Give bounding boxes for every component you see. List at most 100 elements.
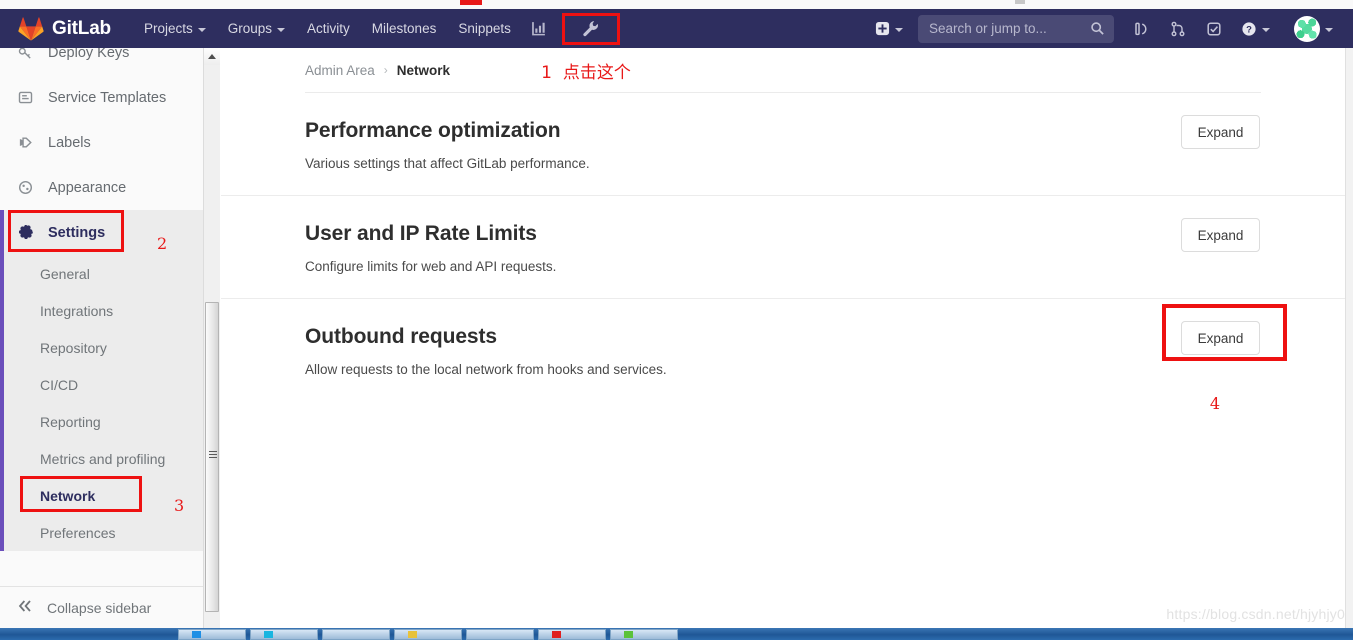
taskbar-button[interactable] — [610, 629, 678, 640]
gitlab-tanuki-logo — [18, 16, 44, 41]
taskbar-button[interactable] — [538, 629, 606, 640]
windows-taskbar — [0, 628, 1353, 640]
scrollbar-thumb[interactable] — [205, 302, 219, 612]
sidebar-item-labels[interactable]: Labels — [0, 120, 204, 165]
breadcrumb-separator: › — [383, 63, 388, 77]
nav-links: Projects Groups Activity Milestones Snip… — [133, 12, 620, 45]
search-input[interactable]: Search or jump to... — [918, 14, 1114, 43]
chevron-down-icon — [895, 27, 903, 32]
sidebar-item-repository[interactable]: Repository — [0, 329, 204, 366]
admin-area-wrench-button[interactable] — [561, 12, 620, 45]
help-button[interactable]: ? — [1233, 15, 1276, 43]
annotation-1-number: 1 — [541, 62, 552, 83]
sidebar-item-label: Appearance — [48, 179, 127, 196]
sidebar-item-general[interactable]: General — [0, 255, 204, 292]
section-performance-optimization: Performance optimization Various setting… — [221, 93, 1345, 196]
annotation-2: 2 — [157, 234, 168, 253]
nav-link-activity[interactable]: Activity — [296, 12, 361, 45]
expand-button-performance-optimization[interactable]: Expand — [1181, 115, 1260, 149]
gear-icon — [17, 224, 34, 241]
scrollbar-up-arrow[interactable] — [204, 48, 220, 65]
key-icon — [17, 48, 34, 61]
gitlab-brand[interactable]: GitLab — [18, 16, 111, 41]
new-item-button[interactable] — [867, 15, 909, 42]
chevron-down-icon — [277, 27, 286, 32]
section-description: Allow requests to the local network from… — [305, 362, 667, 377]
taskbar-button[interactable] — [394, 629, 462, 640]
breadcrumb-network[interactable]: Network — [397, 63, 450, 78]
sidebar-item-reporting[interactable]: Reporting — [0, 403, 204, 440]
breadcrumb: Admin Area › Network 1 点击这个 — [221, 48, 1345, 92]
taskbar-button[interactable] — [250, 629, 318, 640]
taskbar-icon — [192, 631, 201, 638]
page-top-sliver — [0, 0, 1353, 9]
main-content: Admin Area › Network 1 点击这个 Performance o… — [221, 48, 1345, 628]
avatar — [1294, 15, 1320, 42]
taskbar-button[interactable] — [322, 629, 390, 640]
annotation-3: 3 — [174, 496, 185, 515]
sidebar-scrollbar[interactable] — [203, 48, 220, 628]
sidebar-sub-label: Preferences — [40, 524, 116, 541]
sidebar-sub-label: CI/CD — [40, 376, 79, 393]
top-navbar: GitLab Projects Groups Activity Mileston… — [0, 9, 1353, 48]
double-chevron-left-icon — [17, 599, 33, 616]
sidebar-item-appearance[interactable]: Appearance — [0, 165, 204, 210]
nav-link-snippets[interactable]: Snippets — [447, 12, 522, 45]
issues-glyph — [1135, 22, 1147, 35]
chevron-down-icon — [1325, 27, 1333, 32]
svg-text:?: ? — [1246, 24, 1252, 35]
sidebar-item-integrations[interactable]: Integrations — [0, 292, 204, 329]
expand-button-user-and-ip-rate-limits[interactable]: Expand — [1181, 218, 1260, 252]
search-placeholder: Search or jump to... — [929, 21, 1047, 36]
expand-button-outbound-requests[interactable]: Expand — [1181, 321, 1260, 355]
sidebar-item-preferences[interactable]: Preferences — [0, 514, 204, 551]
nav-link-milestones[interactable]: Milestones — [361, 12, 448, 45]
sidebar-sub-label: General — [40, 265, 90, 282]
sidebar-tail-spacer — [0, 551, 204, 581]
wrench-admin-icon — [583, 21, 599, 37]
annotation-1-text: 点击这个 — [562, 62, 631, 83]
search-icon — [1090, 21, 1105, 41]
taskbar-button[interactable] — [178, 629, 246, 640]
sidebar-sub-label: Reporting — [40, 413, 101, 430]
taskbar-icon — [408, 631, 417, 638]
labels-icon — [17, 134, 34, 151]
sidebar-sub-label: Network — [40, 487, 96, 504]
breadcrumb-admin-area[interactable]: Admin Area — [305, 63, 375, 78]
annotation-4: 4 — [1209, 394, 1220, 413]
todos-glyph — [1207, 21, 1221, 36]
collapse-sidebar-button[interactable]: Collapse sidebar — [0, 586, 205, 628]
section-outbound-requests: Outbound requests Allow requests to the … — [221, 299, 1345, 413]
admin-sidebar: Deploy Keys Service Templates Labels App… — [0, 48, 205, 628]
sidebar-sub-label: Metrics and profiling — [40, 450, 166, 467]
nav-link-groups[interactable]: Groups — [217, 12, 296, 45]
sidebar-item-deploy-keys[interactable]: Deploy Keys — [0, 48, 204, 75]
browser-page: GitLab Projects Groups Activity Mileston… — [0, 0, 1353, 640]
nav-link-projects[interactable]: Projects — [133, 12, 217, 45]
todos-checkbox-icon[interactable] — [1197, 14, 1231, 44]
sidebar-sub-label: Repository — [40, 339, 107, 356]
sidebar-item-cicd[interactable]: CI/CD — [0, 366, 204, 403]
taskbar-button[interactable] — [466, 629, 534, 640]
sidebar-item-label: Service Templates — [48, 89, 167, 106]
page-right-edge — [1345, 48, 1353, 628]
scrollbar-grip — [209, 451, 217, 460]
issues-icon[interactable] — [1125, 14, 1159, 44]
sidebar-item-label: Labels — [48, 134, 91, 151]
help-question-icon: ? — [1242, 21, 1256, 36]
brand-name: GitLab — [52, 17, 111, 39]
merge-request-icon[interactable] — [1161, 14, 1195, 44]
gray-fragment — [1015, 0, 1025, 4]
annotation-1: 1 点击这个 — [541, 58, 631, 83]
section-description: Configure limits for web and API request… — [305, 259, 557, 274]
sidebar-item-settings[interactable]: Settings — [0, 210, 204, 255]
analytics-chart-icon[interactable] — [522, 14, 556, 44]
sidebar-item-metrics-and-profiling[interactable]: Metrics and profiling — [0, 440, 204, 477]
chevron-down-icon — [1262, 27, 1270, 32]
merge-request-glyph — [1171, 21, 1185, 36]
sidebar-item-service-templates[interactable]: Service Templates — [0, 75, 204, 120]
section-user-and-ip-rate-limits: User and IP Rate Limits Configure limits… — [221, 196, 1345, 299]
user-menu-button[interactable] — [1278, 10, 1339, 48]
section-description: Various settings that affect GitLab perf… — [305, 156, 590, 171]
nav-link-label: Groups — [227, 21, 273, 36]
